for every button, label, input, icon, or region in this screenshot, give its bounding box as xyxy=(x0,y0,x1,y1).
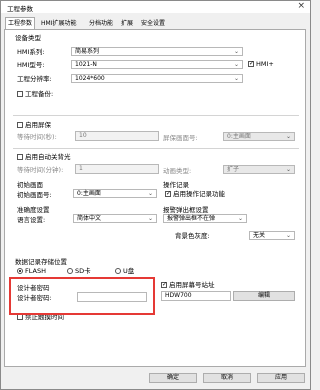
divider xyxy=(13,148,299,149)
chevron-down-icon: ⌄ xyxy=(233,75,239,82)
dialog-window: 工程参数 × 工程参数 HMI扩展功能 分档功能 扩展 安全设置 设备类型 HM… xyxy=(0,0,311,390)
chevron-down-icon: ⌄ xyxy=(233,48,239,55)
chevron-down-icon: ⌄ xyxy=(285,232,291,239)
tab-pane: 设备类型 HMI系列: 简易系列⌄ HMI型号: 1021-N⌄ HMI+ 工程… xyxy=(4,29,306,367)
tab-hmi-ext[interactable]: HMI扩展功能 xyxy=(39,18,78,29)
alarm-select[interactable]: 报警弹出框不在弹 ⌄ xyxy=(163,214,247,223)
backlight-label: 启用自动关背光 xyxy=(25,153,71,161)
storage-sd-radio[interactable] xyxy=(67,268,73,274)
model-select[interactable]: 1021-N ⌄ xyxy=(71,60,243,69)
chevron-down-icon: ⌄ xyxy=(285,133,291,140)
highlight-box xyxy=(9,277,155,315)
series-select[interactable]: 简易系列 ⌄ xyxy=(71,47,243,56)
bg-gray-label: 背景色灰度: xyxy=(175,232,210,240)
screensaver-label: 启用屏保 xyxy=(25,121,51,129)
storage-usb-label: U盘 xyxy=(123,267,135,275)
apply-button[interactable]: 应用 xyxy=(257,373,305,383)
hmi-plus-label: HMI+ xyxy=(256,60,274,68)
resolution-select[interactable]: 1024*600 ⌄ xyxy=(71,74,243,83)
chevron-down-icon: ⌄ xyxy=(147,190,153,197)
chevron-down-icon: ⌄ xyxy=(237,215,243,222)
lang-select[interactable]: 简体中文 ⌄ xyxy=(73,214,157,223)
station-label: 启用屏幕号站址 xyxy=(169,281,215,289)
tab-shift[interactable]: 分档功能 xyxy=(87,18,115,29)
screensaver-checkbox[interactable] xyxy=(17,122,23,128)
hmi-plus-checkbox[interactable] xyxy=(248,60,254,67)
device-section-title: 设备类型 xyxy=(15,34,41,42)
chevron-down-icon: ⌄ xyxy=(285,166,291,173)
anim-type-label: 动画类型: xyxy=(163,167,192,175)
tab-extension[interactable]: 扩展 xyxy=(119,18,135,29)
storage-flash-radio[interactable] xyxy=(17,268,23,274)
chevron-down-icon: ⌄ xyxy=(233,61,239,68)
backlight-checkbox[interactable] xyxy=(17,154,23,160)
chevron-down-icon: ⌄ xyxy=(147,215,153,222)
screensaver-screen-select[interactable]: 0:主画面 ⌄ xyxy=(223,132,295,141)
screensaver-wait-label: 等待时间(秒): xyxy=(17,133,57,141)
project-backup-label: 工程备份: xyxy=(25,90,54,98)
backlight-wait-input[interactable]: 1 xyxy=(75,164,159,174)
alarm-section-title: 报警弹出框设置 xyxy=(163,206,209,214)
resolution-label: 工程分辨率: xyxy=(17,75,52,83)
screensaver-screen-label: 屏保画面号: xyxy=(163,134,198,142)
operation-log-label: 启用操作记录功能 xyxy=(173,190,225,198)
tab-security[interactable]: 安全设置 xyxy=(139,18,167,29)
station-edit-button[interactable]: 编辑 xyxy=(233,291,295,301)
bg-gray-select[interactable]: 无关 ⌄ xyxy=(249,231,295,240)
operation-section-title: 操作记录 xyxy=(163,181,189,189)
storage-section-title: 数据记录存储位置 xyxy=(15,258,67,266)
lang-label: 语言设置: xyxy=(17,216,46,224)
screensaver-wait-input[interactable]: 10 xyxy=(75,131,159,141)
start-screen-label: 初始画面号: xyxy=(17,191,52,199)
storage-sd-label: SD卡 xyxy=(75,267,91,275)
storage-flash-label: FLASH xyxy=(25,267,46,275)
divider xyxy=(13,115,299,116)
station-input[interactable]: HDW700 xyxy=(161,291,231,301)
backlight-wait-label: 等待时间(分钟): xyxy=(17,166,64,174)
project-backup-checkbox[interactable] xyxy=(17,91,23,97)
anim-type-select[interactable]: 扩子 ⌄ xyxy=(223,165,295,174)
lang-section-title: 准确度设置 xyxy=(17,206,50,214)
series-label: HMI系列: xyxy=(17,48,45,56)
station-checkbox[interactable] xyxy=(161,281,167,288)
storage-usb-radio[interactable] xyxy=(115,268,121,274)
cancel-button[interactable]: 取消 xyxy=(203,373,251,383)
model-label: HMI型号: xyxy=(17,61,45,69)
title-bar: 工程参数 × xyxy=(1,1,310,13)
operation-log-checkbox[interactable] xyxy=(165,190,171,197)
ok-button[interactable]: 确定 xyxy=(149,373,197,383)
close-icon[interactable]: × xyxy=(297,1,305,11)
start-screen-select[interactable]: 0:主画面 ⌄ xyxy=(73,189,157,198)
window-title: 工程参数 xyxy=(7,5,33,13)
start-section-title: 初始画面 xyxy=(17,181,43,189)
